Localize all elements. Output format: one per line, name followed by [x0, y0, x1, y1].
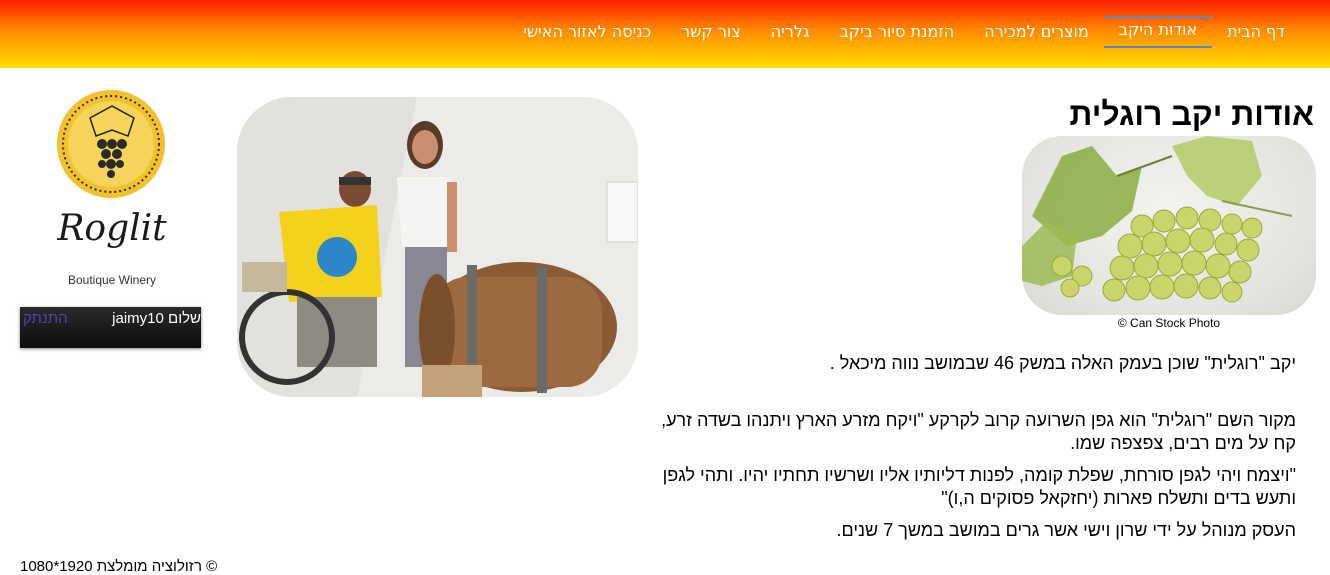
name-origin-paragraph: מקור השם "רוגלית" הוא גפן השרועה קרוב לק… — [661, 410, 1296, 453]
nav-item-about[interactable]: אודות היקב — [1103, 16, 1213, 48]
quote-paragraph: "ויצמח ויהי לגפן סורחת, שפלת קומה, לפנות… — [662, 465, 1296, 508]
roglit-logo[interactable]: Roglit Boutique Winery — [40, 88, 185, 293]
nav-item-home[interactable]: דף הבית — [1212, 18, 1300, 46]
logo-brand-text: Roglit — [56, 208, 167, 249]
grape-seal-icon: Roglit Boutique Winery — [56, 90, 167, 287]
nav-item-products[interactable]: מוצרים למכירה — [969, 18, 1104, 46]
page-title: אודות יקב רוגלית — [1069, 96, 1314, 132]
image-caption: © Can Stock Photo — [1117, 316, 1221, 330]
nav-item-personal-area[interactable]: כניסה לאזור האישי — [508, 18, 666, 46]
intro-paragraph: יקב "רוגלית" שוכן בעמק האלה במשק 46 שבמו… — [829, 353, 1296, 373]
nav-item-tour-booking[interactable]: הזמנת סיור ביקב — [825, 18, 970, 46]
winery-photo-illustration — [237, 97, 638, 397]
user-greeting: שלום jaimy10 — [112, 310, 201, 327]
user-greeting-box: שלום jaimy10 התנתק — [20, 307, 201, 348]
nav-item-contact[interactable]: צור קשר — [666, 18, 756, 46]
owners-paragraph: העסק מנוהל על ידי שרון וישי אשר גרים במו… — [836, 520, 1296, 540]
top-nav-bar: דף הבית אודות היקב מוצרים למכירה הזמנת ס… — [0, 0, 1330, 68]
grapes-image — [1022, 136, 1316, 315]
owners-photo — [237, 97, 638, 397]
grapes-illustration — [1022, 136, 1293, 303]
resolution-footer: © רזולוציה מומלצת 1920*1080 — [20, 558, 218, 575]
nav-item-gallery[interactable]: גלריה — [756, 18, 825, 46]
nav-menu: דף הבית אודות היקב מוצרים למכירה הזמנת ס… — [508, 16, 1300, 48]
logout-link[interactable]: התנתק — [23, 310, 68, 327]
logo-tagline-text: Boutique Winery — [68, 273, 156, 287]
